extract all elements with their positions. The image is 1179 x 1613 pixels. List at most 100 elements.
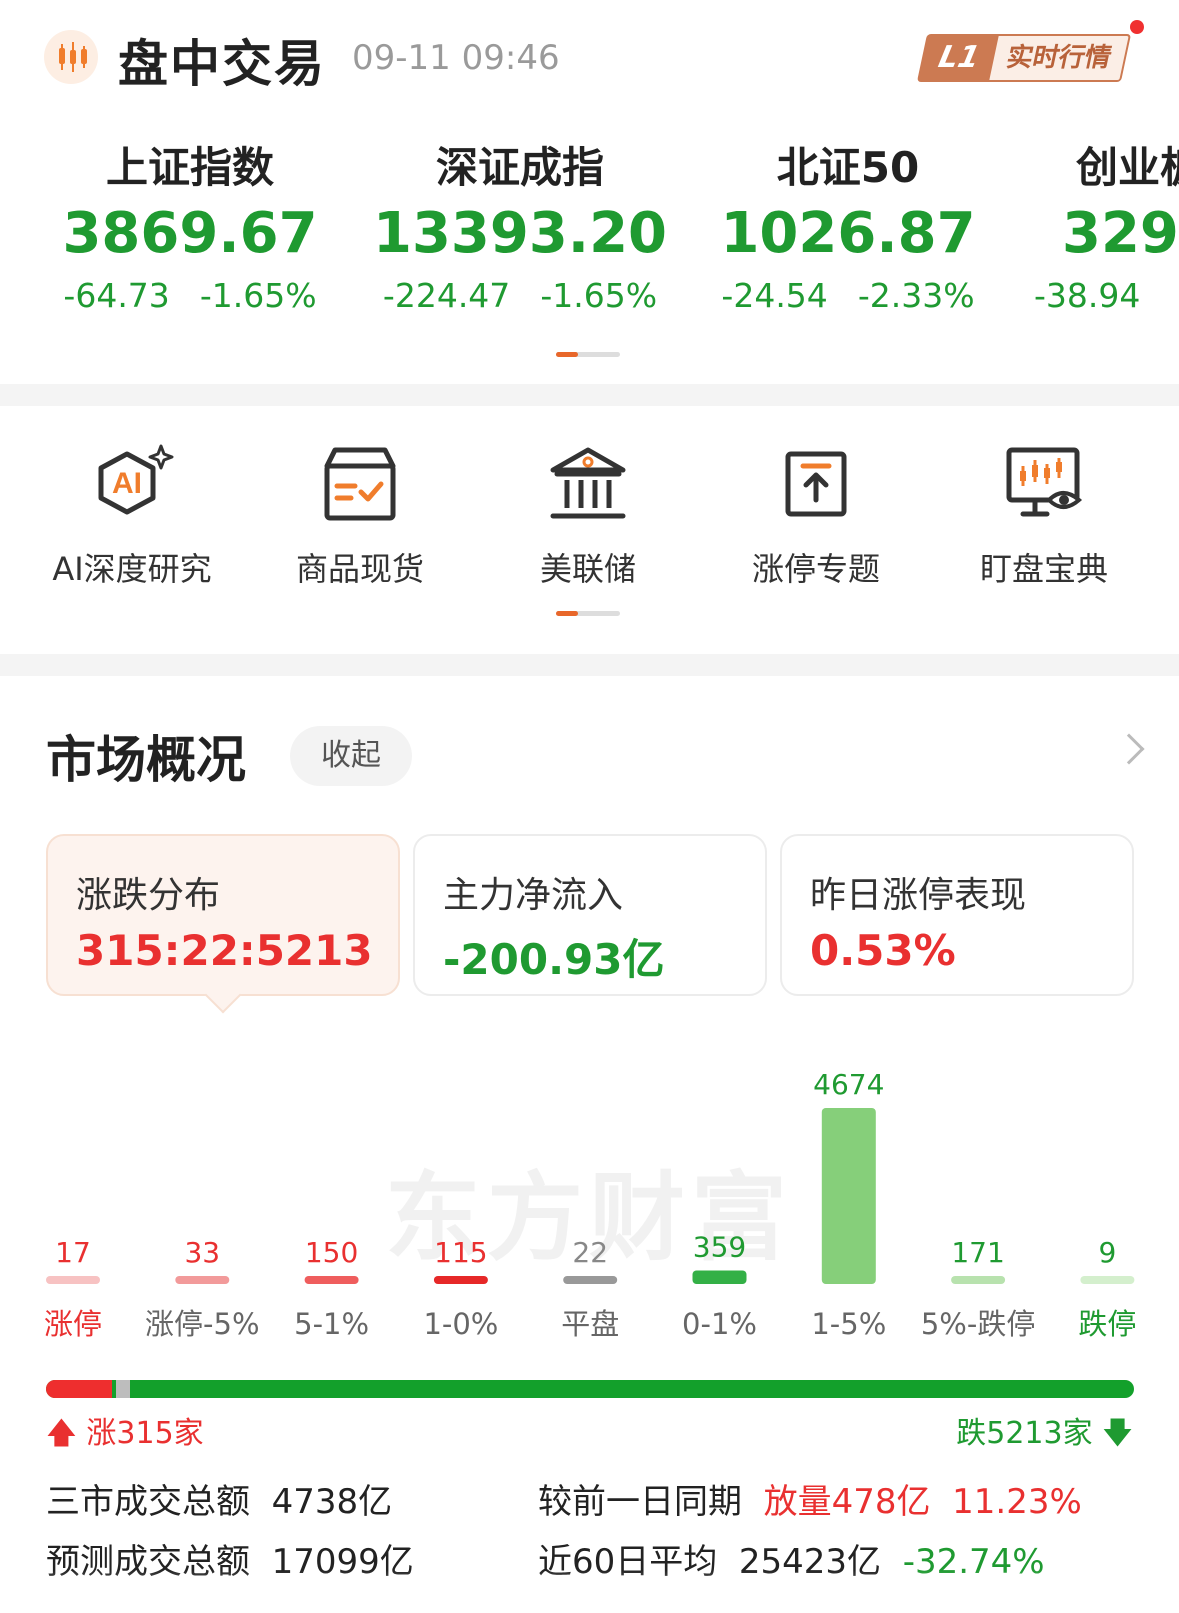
index-card-beijing50[interactable]: 北证50 1026.87 -24.54 -2.33%: [708, 142, 988, 315]
decline-count: 跌5213家 🡇: [956, 1408, 1133, 1462]
bar-2: [304, 1276, 359, 1284]
decline-count-label: 跌5213家: [956, 1416, 1093, 1451]
bar-4: [563, 1276, 618, 1284]
shortcut-label: 商品现货: [295, 550, 424, 588]
turnover-compare-label: 较前一日同期: [538, 1482, 742, 1522]
advance-count: 🡅 涨315家: [46, 1408, 204, 1462]
card-yesterday-limit-up[interactable]: 昨日涨停表现 0.53%: [780, 834, 1134, 996]
advance-count-label: 涨315家: [86, 1416, 204, 1451]
card-title: 昨日涨停表现: [810, 875, 1027, 916]
flat-segment: [116, 1380, 130, 1398]
advance-segment: [46, 1380, 112, 1398]
update-time: 09-11 09:46: [352, 38, 560, 78]
shortcut-pager: [556, 611, 620, 616]
bar-value-label: 9: [1098, 1236, 1116, 1269]
shortcut-fed[interactable]: 美联储: [478, 440, 698, 590]
turnover-total-value: 4738亿: [271, 1482, 393, 1522]
bottom-fade: [0, 1570, 1179, 1613]
category-label: 5-1%: [294, 1307, 369, 1341]
index-pct: -2.33%: [857, 276, 975, 315]
monitor-eye-icon: [1006, 447, 1083, 517]
bar-3: [433, 1276, 488, 1284]
bar-value-label: 150: [305, 1236, 358, 1269]
ai-hexagon-icon: AI: [98, 444, 174, 515]
bar-1: [175, 1276, 230, 1284]
card-value: 0.53%: [810, 926, 956, 975]
card-pointer: [204, 976, 242, 1014]
section-title: 市场概况: [46, 731, 246, 789]
shortcut-label: AI深度研究: [52, 550, 212, 588]
bar-0: [46, 1276, 100, 1284]
bar-5: [692, 1270, 747, 1284]
index-pager: [556, 352, 620, 357]
arrow-up-icon: 🡅: [46, 1416, 77, 1451]
bar-value-label: 115: [434, 1236, 487, 1269]
section-divider: [0, 384, 1179, 406]
card-advance-decline[interactable]: 涨跌分布 315:22:5213: [46, 834, 400, 1014]
shortcut-label: 美联储: [539, 550, 636, 588]
shortcut-ai-research[interactable]: AI AI深度研究: [22, 440, 242, 590]
card-value: -200.93亿: [443, 935, 665, 984]
chevron-right-icon[interactable]: [1113, 733, 1145, 765]
index-card-chinext[interactable]: 创业板指 3299 -38.94: [1030, 142, 1179, 315]
shortcut-commodity-spot[interactable]: 商品现货: [250, 440, 470, 590]
index-pct: -1.65%: [540, 276, 658, 315]
category-label: 涨停: [44, 1307, 102, 1341]
index-change: -38.94: [1034, 276, 1141, 315]
index-value: 3869.67: [62, 201, 318, 266]
turnover-compare-value: 放量478亿: [763, 1482, 931, 1522]
index-card-chinext-clip: 创业板指 3299 -38.94: [1030, 142, 1179, 342]
bar-8: [1080, 1276, 1135, 1284]
turnover-total-row: 三市成交总额 4738亿: [46, 1474, 392, 1523]
bar-value-label: 17: [55, 1236, 91, 1269]
category-label: 涨停-5%: [145, 1307, 259, 1341]
shortcut-watch-guide[interactable]: 盯盘宝典: [934, 440, 1154, 590]
section-divider: [0, 654, 1179, 676]
cargo-box-icon: [324, 447, 396, 521]
index-change: -64.73: [63, 276, 170, 315]
category-label: 1-5%: [811, 1307, 886, 1341]
card-title: 涨跌分布: [76, 875, 221, 916]
bar-value-label: 4674: [813, 1068, 884, 1101]
arrow-down-icon: 🡇: [1102, 1416, 1133, 1451]
card-title: 主力净流入: [443, 875, 624, 916]
bar-value-label: 33: [184, 1236, 220, 1269]
bar-value-label: 171: [951, 1236, 1004, 1269]
index-card-shenzhen[interactable]: 深证成指 13393.20 -224.47 -1.65%: [372, 142, 668, 315]
bar-6: [821, 1108, 876, 1284]
notification-dot: [1130, 20, 1144, 34]
upload-arrow-icon: [785, 451, 847, 517]
bar-value-label: 359: [693, 1230, 746, 1263]
index-pct: -1.65%: [199, 276, 317, 315]
shortcut-limit-up-topic[interactable]: 涨停专题: [706, 440, 926, 590]
bar-7: [951, 1276, 1006, 1284]
category-label: 平盘: [561, 1307, 619, 1341]
card-main-net-inflow[interactable]: 主力净流入 -200.93亿: [413, 834, 767, 996]
category-label: 0-1%: [682, 1307, 757, 1341]
svg-text:AI: AI: [112, 467, 142, 500]
index-value: 13393.20: [372, 201, 668, 266]
index-name: 上证指数: [105, 143, 274, 192]
category-label: 5%-跌停: [921, 1307, 1035, 1341]
index-card-shanghai[interactable]: 上证指数 3869.67 -64.73 -1.65%: [56, 142, 324, 315]
bank-building-icon: [550, 447, 626, 519]
category-label: 1-0%: [423, 1307, 498, 1341]
shortcut-label: 盯盘宝典: [979, 550, 1108, 588]
collapse-button[interactable]: 收起: [290, 726, 412, 786]
realtime-quote-badge[interactable]: L1 实时行情: [916, 34, 1132, 82]
turnover-compare-pct: 11.23%: [952, 1482, 1082, 1522]
index-name: 深证成指: [435, 143, 604, 192]
index-change: -224.47: [382, 276, 511, 315]
page-title: 盘中交易: [118, 35, 326, 93]
realtime-label: 实时行情: [986, 34, 1132, 82]
category-label: 跌停: [1078, 1307, 1136, 1341]
index-value: 1026.87: [720, 201, 976, 266]
index-name: 北证50: [776, 143, 920, 192]
turnover-compare-row: 较前一日同期 放量478亿 11.23%: [538, 1474, 1082, 1523]
advance-decline-bar: [46, 1380, 1134, 1398]
index-name: 创业板指: [1076, 143, 1179, 192]
card-value: 315:22:5213: [76, 926, 373, 975]
bar-value-label: 22: [572, 1236, 608, 1269]
header-bar: 盘中交易 09-11 09:46 L1 实时行情: [0, 0, 1179, 118]
distribution-bar-chart: 17 涨停 33 涨停-5% 150 5-1% 115 1-0% 22 平盘 359 0-1% 4674…: [44, 1068, 1136, 1341]
